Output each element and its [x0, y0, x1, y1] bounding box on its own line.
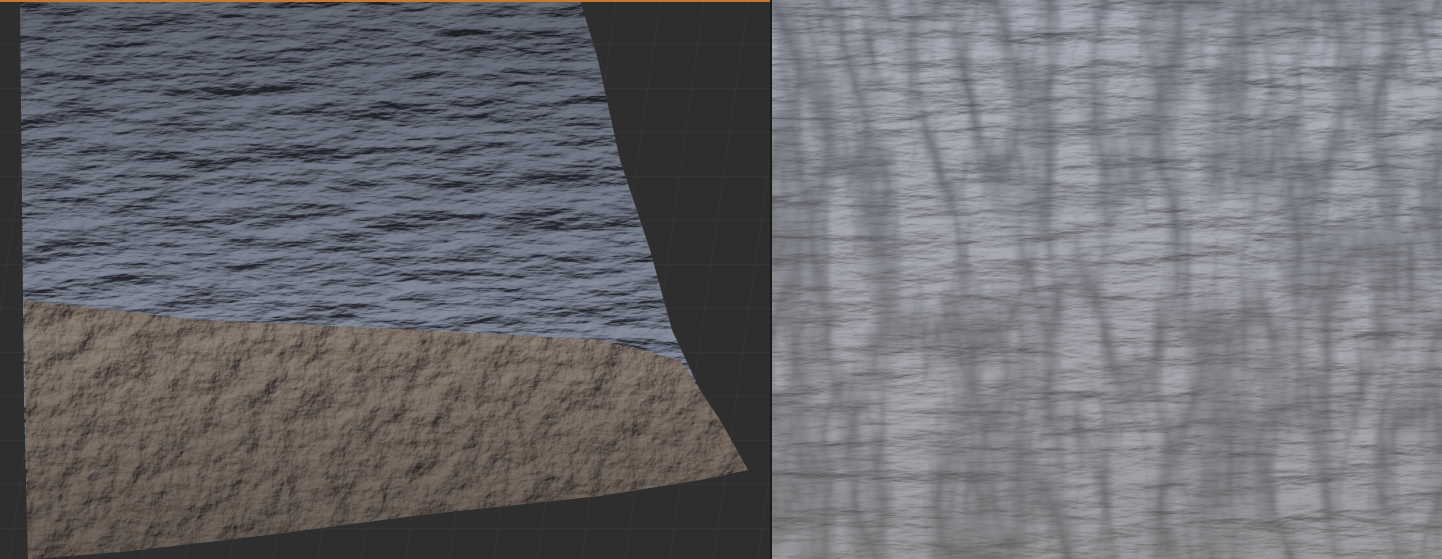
viewport-3d[interactable] — [0, 0, 770, 559]
texture-preview-app — [0, 0, 1442, 559]
texture-preview[interactable] — [772, 0, 1442, 559]
viewport-grid — [0, 0, 770, 559]
rock-albedo-texture — [772, 0, 1442, 559]
